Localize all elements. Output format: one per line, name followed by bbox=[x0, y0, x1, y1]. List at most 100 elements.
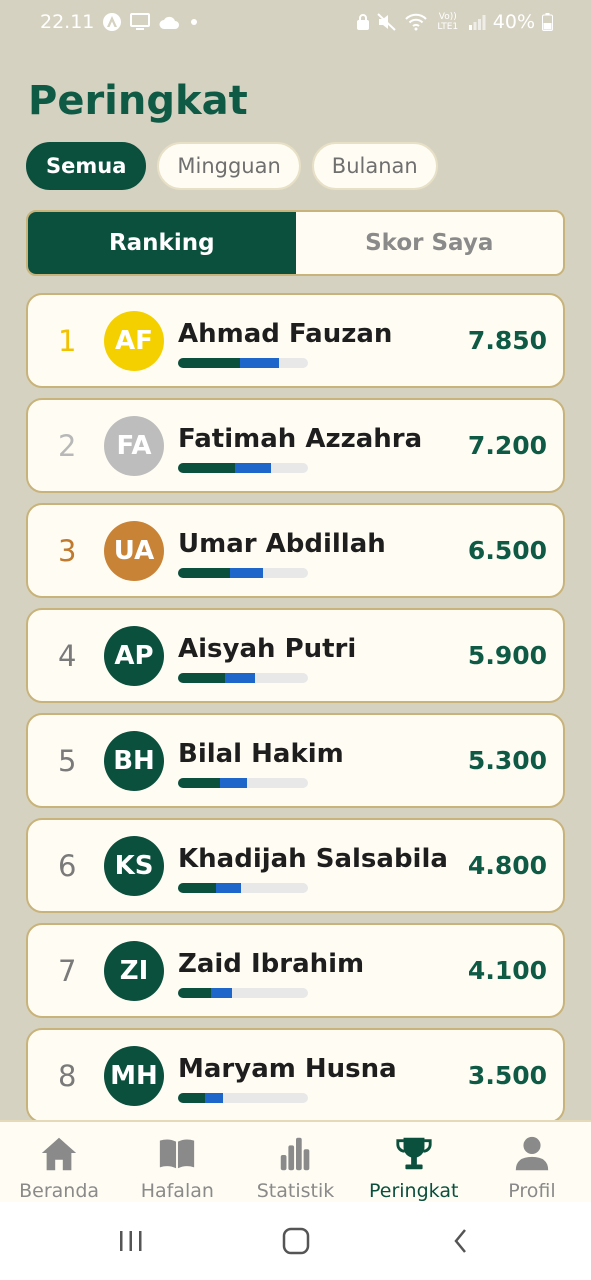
rank-number: 5 bbox=[58, 744, 77, 778]
avatar: KS bbox=[104, 836, 164, 896]
score-value: 5.900 bbox=[467, 641, 547, 670]
score-value: 4.100 bbox=[467, 956, 547, 985]
segmented-control: Ranking Skor Saya bbox=[26, 210, 565, 276]
progress-bar bbox=[178, 463, 308, 473]
progress-fill-blue bbox=[225, 673, 255, 683]
progress-fill-blue bbox=[220, 778, 247, 788]
nav-label: Beranda bbox=[19, 1180, 100, 1202]
score-value: 3.500 bbox=[467, 1061, 547, 1090]
progress-fill-blue bbox=[235, 463, 271, 473]
recent-apps-icon[interactable] bbox=[111, 1226, 151, 1256]
avatar: AP bbox=[104, 626, 164, 686]
user-name: Maryam Husna bbox=[178, 1054, 397, 1084]
chip-mingguan[interactable]: Mingguan bbox=[157, 142, 301, 190]
dot-icon bbox=[188, 16, 200, 28]
leaderboard-row[interactable]: 7 ZI Zaid Ibrahim 4.100 bbox=[26, 923, 565, 1018]
nav-label: Profil bbox=[508, 1180, 556, 1202]
battery-percent: 40% bbox=[492, 11, 535, 33]
rank-number: 1 bbox=[58, 324, 77, 358]
leaderboard-row[interactable]: 3 UA Umar Abdillah 6.500 bbox=[26, 503, 565, 598]
leaderboard-row[interactable]: 4 AP Aisyah Putri 5.900 bbox=[26, 608, 565, 703]
progress-fill-blue bbox=[216, 883, 241, 893]
page-title: Peringkat bbox=[28, 78, 248, 124]
score-value: 4.800 bbox=[467, 851, 547, 880]
nav-label: Hafalan bbox=[140, 1180, 214, 1202]
score-value: 7.200 bbox=[467, 431, 547, 460]
chip-semua[interactable]: Semua bbox=[26, 142, 147, 190]
rank-number: 6 bbox=[58, 849, 77, 883]
user-name: Umar Abdillah bbox=[178, 529, 386, 559]
home-button-icon[interactable] bbox=[276, 1226, 316, 1256]
leaderboard-row[interactable]: 2 FA Fatimah Azzahra 7.200 bbox=[26, 398, 565, 493]
book-icon bbox=[160, 1139, 195, 1169]
rank-number: 4 bbox=[58, 639, 77, 673]
progress-fill-green bbox=[178, 463, 235, 473]
user-name: Bilal Hakim bbox=[178, 739, 344, 769]
progress-bar bbox=[178, 883, 308, 893]
rank-number: 7 bbox=[58, 954, 77, 988]
leaderboard-row[interactable]: 6 KS Khadijah Salsabila 4.800 bbox=[26, 818, 565, 913]
nav-hafalan[interactable]: Hafalan bbox=[118, 1122, 236, 1202]
monitor-icon bbox=[130, 13, 151, 31]
cloud-icon bbox=[158, 14, 180, 30]
progress-fill-blue bbox=[211, 988, 232, 998]
avatar: AF bbox=[104, 311, 164, 371]
back-icon[interactable] bbox=[441, 1226, 481, 1256]
score-value: 6.500 bbox=[467, 536, 547, 565]
nav-beranda[interactable]: Beranda bbox=[0, 1122, 118, 1202]
progress-bar bbox=[178, 568, 308, 578]
progress-fill-green bbox=[178, 673, 225, 683]
mute-icon bbox=[377, 13, 397, 31]
bottom-nav: Beranda Hafalan Statistik Peringkat Prof… bbox=[0, 1120, 591, 1202]
nav-peringkat[interactable]: Peringkat bbox=[355, 1122, 473, 1202]
progress-fill-green bbox=[178, 778, 220, 788]
progress-bar bbox=[178, 988, 308, 998]
user-name: Aisyah Putri bbox=[178, 634, 357, 664]
avatar: BH bbox=[104, 731, 164, 791]
avatar: MH bbox=[104, 1046, 164, 1106]
rank-number: 3 bbox=[58, 534, 77, 568]
progress-fill-blue bbox=[230, 568, 263, 578]
progress-bar bbox=[178, 358, 308, 368]
user-name: Fatimah Azzahra bbox=[178, 424, 423, 454]
nav-profil[interactable]: Profil bbox=[473, 1122, 591, 1202]
leaderboard-row[interactable]: 8 MH Maryam Husna 3.500 bbox=[26, 1028, 565, 1123]
status-time: 22.11 bbox=[40, 11, 95, 33]
app-notification-icon bbox=[102, 12, 122, 32]
nav-label: Statistik bbox=[256, 1180, 335, 1202]
leaderboard-row[interactable]: 1 AF Ahmad Fauzan 7.850 bbox=[26, 293, 565, 388]
person-icon bbox=[515, 1136, 549, 1171]
progress-fill-blue bbox=[205, 1093, 223, 1103]
rank-number: 2 bbox=[58, 429, 77, 463]
score-value: 5.300 bbox=[467, 746, 547, 775]
score-value: 7.850 bbox=[467, 326, 547, 355]
signal-icon bbox=[468, 14, 486, 30]
progress-fill-green bbox=[178, 988, 211, 998]
nav-statistik[interactable]: Statistik bbox=[236, 1122, 354, 1202]
rank-number: 8 bbox=[58, 1059, 77, 1093]
progress-fill-blue bbox=[240, 358, 279, 368]
progress-fill-green bbox=[178, 358, 240, 368]
tab-ranking[interactable]: Ranking bbox=[28, 212, 296, 274]
progress-bar bbox=[178, 778, 308, 788]
user-name: Khadijah Salsabila bbox=[178, 844, 448, 874]
avatar: ZI bbox=[104, 941, 164, 1001]
lock-icon bbox=[356, 13, 370, 31]
trophy-icon bbox=[396, 1137, 432, 1170]
progress-bar bbox=[178, 1093, 308, 1103]
leaderboard-row[interactable]: 5 BH Bilal Hakim 5.300 bbox=[26, 713, 565, 808]
tab-skor-saya[interactable]: Skor Saya bbox=[296, 212, 564, 274]
avatar: FA bbox=[104, 416, 164, 476]
user-name: Ahmad Fauzan bbox=[178, 319, 393, 349]
progress-bar bbox=[178, 673, 308, 683]
nav-label: Peringkat bbox=[368, 1180, 459, 1202]
network-label: Vo)) LTE1 bbox=[437, 12, 459, 32]
system-nav-bar bbox=[0, 1202, 591, 1280]
progress-fill-green bbox=[178, 568, 230, 578]
bar-chart-icon bbox=[280, 1137, 309, 1171]
wifi-icon bbox=[404, 13, 428, 31]
progress-fill-green bbox=[178, 883, 216, 893]
chip-bulanan[interactable]: Bulanan bbox=[311, 142, 438, 190]
progress-fill-green bbox=[178, 1093, 205, 1103]
avatar: UA bbox=[104, 521, 164, 581]
